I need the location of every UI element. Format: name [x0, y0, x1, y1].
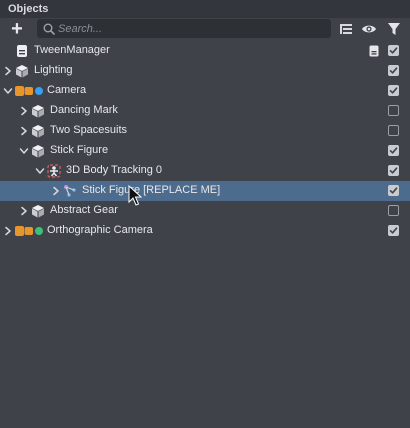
- cube-icon: [32, 145, 44, 158]
- tree-row[interactable]: Orthographic Camera: [0, 221, 410, 241]
- tree-item-label: Abstract Gear: [50, 204, 118, 216]
- search-field[interactable]: [37, 19, 331, 38]
- tree-item-label: 3D Body Tracking 0: [66, 164, 162, 176]
- tree-row[interactable]: Two Spacesuits: [0, 121, 410, 141]
- tree-item-label: Dancing Mark: [50, 104, 118, 116]
- checkmark-icon: [389, 187, 398, 194]
- body-tracking-icon: [47, 164, 61, 178]
- checkmark-icon: [389, 167, 398, 174]
- chevron-down-icon[interactable]: [19, 146, 29, 156]
- camera-icon: [15, 86, 33, 96]
- visibility-checkbox[interactable]: [388, 85, 399, 96]
- checkmark-icon: [389, 147, 398, 154]
- cube-icon: [32, 105, 44, 118]
- object-tree: TweenManager Lighting Camera Dancing Mark Tw…: [0, 41, 410, 241]
- tree-item-label: Lighting: [34, 64, 73, 76]
- checkmark-icon: [389, 67, 398, 74]
- search-input[interactable]: [58, 20, 318, 37]
- visibility-checkbox[interactable]: [388, 225, 399, 236]
- search-icon: [43, 23, 55, 35]
- chevron-right-icon[interactable]: [3, 226, 13, 236]
- cube-icon: [16, 65, 28, 78]
- chevron-down-icon[interactable]: [3, 86, 13, 96]
- tree-item-label: TweenManager: [34, 44, 110, 56]
- tree-row[interactable]: Lighting: [0, 61, 410, 81]
- checkmark-icon: [389, 87, 398, 94]
- checkmark-icon: [389, 47, 398, 54]
- tree-row[interactable]: Dancing Mark: [0, 101, 410, 121]
- tree-row[interactable]: TweenManager: [0, 41, 410, 61]
- panel-header: Objects: [0, 0, 410, 18]
- visibility-checkbox[interactable]: [388, 65, 399, 76]
- chevron-right-icon[interactable]: [19, 106, 29, 116]
- tree-row[interactable]: Camera: [0, 81, 410, 101]
- cube-icon: [32, 125, 44, 138]
- panel-title: Objects: [8, 3, 49, 15]
- hierarchy-icon[interactable]: [338, 21, 354, 37]
- document-icon: [369, 45, 379, 57]
- chevron-right-icon[interactable]: [19, 126, 29, 136]
- chevron-right-icon[interactable]: [19, 206, 29, 216]
- cube-icon: [32, 205, 44, 218]
- toolbar: +: [0, 18, 410, 42]
- chevron-down-icon[interactable]: [35, 166, 45, 176]
- tree-item-label: Camera: [47, 84, 87, 96]
- plus-icon: +: [11, 18, 23, 40]
- chevron-right-icon[interactable]: [3, 66, 13, 76]
- tree-row[interactable]: Stick Figure: [0, 141, 410, 161]
- visibility-checkbox[interactable]: [388, 185, 399, 196]
- visibility-checkbox[interactable]: [388, 45, 399, 56]
- visibility-checkbox[interactable]: [388, 165, 399, 176]
- visibility-checkbox[interactable]: [388, 105, 399, 116]
- visibility-checkbox[interactable]: [388, 125, 399, 136]
- chevron-right-icon[interactable]: [51, 186, 61, 196]
- mouse-cursor-icon: [128, 185, 142, 206]
- filter-icon[interactable]: [386, 21, 402, 37]
- eye-icon[interactable]: [361, 21, 377, 37]
- tree-item-label: Stick Figure [REPLACE ME]: [82, 184, 221, 196]
- visibility-checkbox[interactable]: [388, 145, 399, 156]
- skeleton-icon: [64, 185, 76, 197]
- tree-item-label: Orthographic Camera: [47, 224, 153, 236]
- camera-icon: [15, 226, 33, 236]
- tree-row[interactable]: Stick Figure [REPLACE ME]: [0, 181, 410, 201]
- tree-row[interactable]: 3D Body Tracking 0: [0, 161, 410, 181]
- script-icon: [17, 45, 27, 57]
- tree-item-label: Two Spacesuits: [50, 124, 128, 136]
- tree-row[interactable]: Abstract Gear: [0, 201, 410, 221]
- visibility-checkbox[interactable]: [388, 205, 399, 216]
- status-dot: [35, 87, 43, 95]
- add-object-button[interactable]: +: [8, 18, 26, 40]
- tree-item-label: Stick Figure: [50, 144, 109, 156]
- checkmark-icon: [389, 227, 398, 234]
- status-dot: [35, 227, 43, 235]
